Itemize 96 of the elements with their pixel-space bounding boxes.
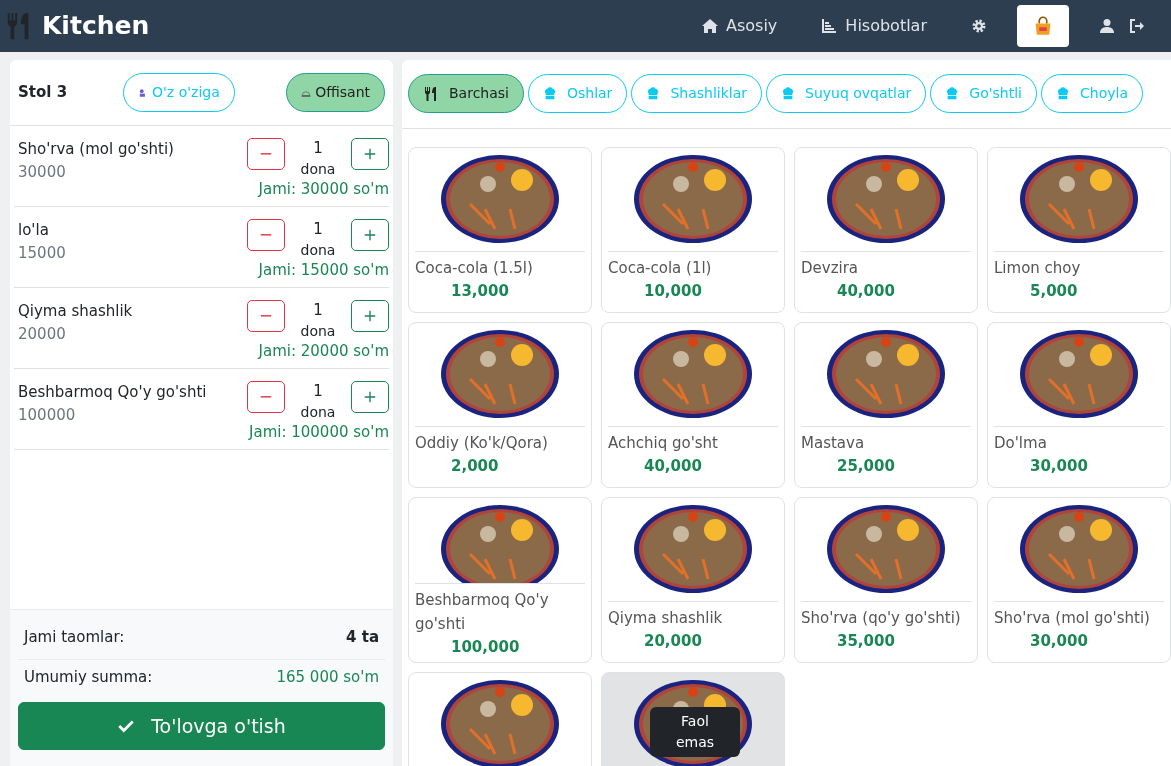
summary-label: Jami taomlar: (24, 627, 125, 648)
item-price: 100000 (18, 404, 77, 426)
quantity: 1 (312, 300, 324, 321)
logout-icon (1129, 18, 1145, 34)
dish-price: 2,000 (450, 456, 500, 477)
menu-card[interactable]: Coca-cola (1.5l) 13,000 (408, 147, 592, 313)
pay-button[interactable]: To'lovga o'tish (18, 702, 385, 750)
item-total: Jami: 100000 so'm (249, 422, 389, 443)
chart-link[interactable]: Hisobotlar (807, 5, 941, 47)
plus-icon (363, 147, 377, 161)
item-price: 30000 (18, 161, 67, 183)
menu-card[interactable]: Qiyma shashlik 20,000 (601, 497, 785, 663)
plus-button[interactable] (351, 219, 389, 251)
dish-price: 20,000 (643, 631, 703, 652)
home-icon (702, 18, 718, 34)
item-total: Jami: 30000 so'm (258, 179, 389, 200)
menu-card[interactable]: Oddiy (Ko'k/Qora) 2,000 (408, 322, 592, 488)
minus-button[interactable] (247, 300, 285, 332)
item-name: Sho'rva (mol go'shti) (18, 139, 175, 160)
brand-title: Kitchen (42, 10, 150, 43)
item-name: Beshbarmoq Qo'y go'shti (18, 382, 208, 403)
item-name: lo'la (18, 220, 50, 241)
menu-card[interactable]: Beshbarmoq Qo'y go'shti 100,000 (408, 497, 592, 663)
cloche-icon (301, 88, 312, 98)
dish-price: 40,000 (643, 456, 703, 477)
menu-card[interactable]: Limon choy 5,000 (987, 147, 1171, 313)
unit-label: dona (299, 403, 337, 422)
mode-button[interactable]: Offisant (286, 73, 385, 112)
quantity: 1 (312, 138, 324, 159)
dish-price: 5,000 (1029, 281, 1079, 302)
user-icon (1099, 18, 1115, 34)
minus-button[interactable] (247, 219, 285, 251)
plus-icon (363, 390, 377, 404)
home-link[interactable]: Asosiy (688, 5, 792, 47)
dish-price: 30,000 (1029, 456, 1089, 477)
dish-name: Qiyma shashlik (608, 608, 724, 629)
shopping-bag-icon (1033, 16, 1053, 36)
quantity: 1 (312, 219, 324, 240)
dish-name: Oddiy (Ko'k/Qora) (415, 433, 549, 454)
settings-icon (971, 18, 987, 34)
dish-name: Devzira (801, 258, 860, 279)
plus-icon (363, 309, 377, 323)
dish-price: 10,000 (643, 281, 703, 302)
dish-price: 30,000 (1029, 631, 1089, 652)
menu-card[interactable]: Faol emas (601, 672, 785, 766)
dish-price: 35,000 (836, 631, 896, 652)
table-title: Stol 3 (18, 82, 69, 104)
dish-price: 40,000 (836, 281, 896, 302)
dish-name: Limon choy (994, 258, 1082, 279)
menu-card[interactable]: Mastava 25,000 (794, 322, 978, 488)
chef-hat-icon (1056, 86, 1070, 101)
item-price: 15000 (18, 242, 67, 264)
dish-price: 100,000 (450, 636, 521, 658)
item-total: Jami: 20000 so'm (258, 341, 389, 362)
dish-name: Sho'rva (mol go'shti) (994, 608, 1151, 629)
dish-name: Coca-cola (1.5l) (415, 258, 534, 279)
quantity: 1 (312, 381, 324, 402)
menu-card[interactable]: Coca-cola (1l) 10,000 (601, 147, 785, 313)
menu-card[interactable]: Do'lma 30,000 (987, 322, 1171, 488)
chef-hat-icon (781, 86, 795, 101)
plus-icon (363, 228, 377, 242)
plus-button[interactable] (351, 381, 389, 413)
category-tab[interactable]: Barchasi (408, 74, 524, 113)
total-sum: 165 000 so'm (276, 666, 379, 688)
chef-hat-icon (945, 86, 960, 101)
item-total: Jami: 15000 so'm (258, 260, 389, 281)
item-name: Qiyma shashlik (18, 301, 134, 322)
cutlery-icon (423, 85, 439, 102)
item-price: 20000 (18, 323, 67, 345)
menu-card[interactable]: Sho'rva (qo'y go'shti) 35,000 (794, 497, 978, 663)
inactive-tooltip: Faol emas (650, 707, 740, 757)
menu-card[interactable]: Sho'rva (mol go'shti) 30,000 (987, 497, 1171, 663)
dish-name: Coca-cola (1l) (608, 258, 713, 279)
item-count: 4 ta (346, 627, 379, 648)
unit-label: dona (299, 160, 337, 179)
dish-name: Mastava (801, 433, 866, 454)
menu-card[interactable]: Devzira 40,000 (794, 147, 978, 313)
minus-button[interactable] (247, 381, 285, 413)
dish-name: Sho'rva (qo'y go'shti) (801, 608, 962, 629)
unit-label: dona (299, 241, 337, 260)
dish-price: 13,000 (450, 281, 510, 302)
chef-hat-icon (542, 86, 557, 101)
chart-icon (821, 18, 838, 34)
menu-card[interactable]: Achchiq go'sht 40,000 (601, 322, 785, 488)
dish-name: Do'lma (994, 433, 1048, 454)
person-icon (138, 88, 148, 98)
shopping-bag-link[interactable] (1017, 5, 1069, 47)
summary-label: Umumiy summa: (24, 666, 153, 688)
dish-price: 25,000 (836, 456, 896, 477)
dish-name: Beshbarmoq Qo'y go'shti (415, 589, 550, 635)
minus-button[interactable] (247, 138, 285, 170)
plus-button[interactable] (351, 300, 389, 332)
chef-hat-icon (646, 86, 661, 101)
plus-button[interactable] (351, 138, 389, 170)
unit-label: dona (299, 322, 337, 341)
dish-name: Achchiq go'sht (608, 433, 719, 454)
